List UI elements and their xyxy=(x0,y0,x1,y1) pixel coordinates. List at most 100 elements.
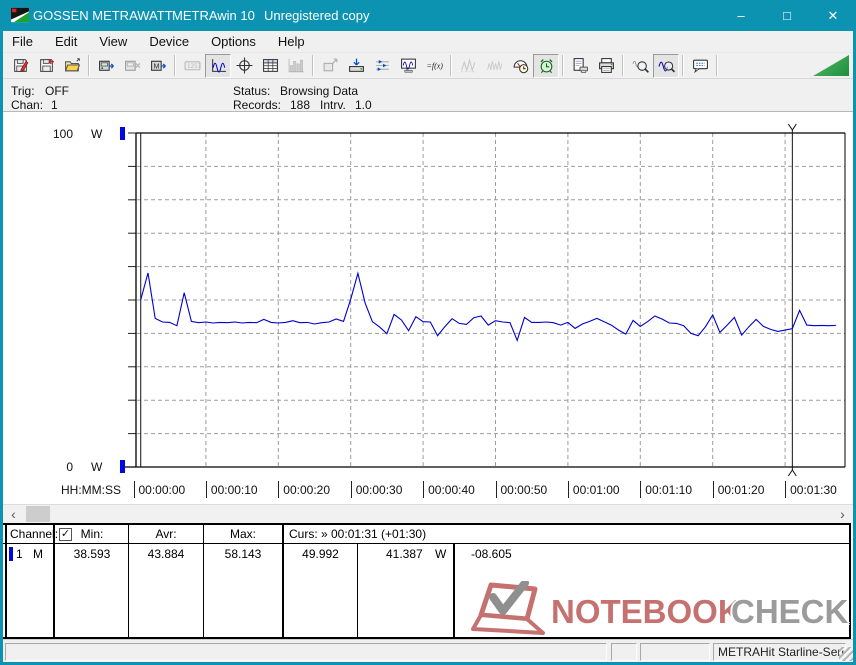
power-trace-plot[interactable] xyxy=(3,112,853,504)
curve-view-button[interactable] xyxy=(205,54,231,78)
svg-text:=f(x): =f(x) xyxy=(426,62,442,71)
clear-device-icon xyxy=(124,57,141,74)
status-bar: METRAHit Starline-Seri xyxy=(3,639,853,662)
status-panel: Trig: OFF Chan: 1 Status: Browsing Data … xyxy=(3,80,853,112)
online-display-icon xyxy=(400,57,417,74)
chart-panel[interactable]: 100 W 0 W HH:MM:SS 00:00:0000:00:1000:00… xyxy=(3,112,853,504)
title-bar: GOSSEN METRAWATT METRAwin 10 Unregistere… xyxy=(0,0,856,31)
notebookcheck-watermark: NOTEBOOK CHECK xyxy=(469,581,853,639)
menu-bar: FileEditViewDeviceOptionsHelp xyxy=(3,31,853,52)
cursor1-value: 49.992 xyxy=(284,547,357,561)
col-channel-header: Channel: xyxy=(10,527,58,541)
x-tick-label: 00:00:20 xyxy=(278,481,330,498)
trig-label: Trig: xyxy=(11,84,35,98)
export-data-button xyxy=(317,54,343,78)
formula-fx-button[interactable]: =f(x) xyxy=(421,54,447,78)
app-window: GOSSEN METRAWATT METRAwin 10 Unregistere… xyxy=(0,0,856,665)
chan-label: Chan: xyxy=(11,98,43,112)
menu-file[interactable]: File xyxy=(3,32,44,52)
channel-mode: M xyxy=(33,547,43,561)
watermark-text-primary: NOTEBOOK xyxy=(551,595,742,628)
print-preview-button[interactable] xyxy=(567,54,593,78)
record-timer-button[interactable] xyxy=(533,54,559,78)
x-tick-label: 00:00:00 xyxy=(134,481,186,498)
maximize-button[interactable]: □ xyxy=(764,0,810,31)
channel-number: 1 xyxy=(16,547,23,561)
min-value: 38.593 xyxy=(56,547,128,561)
toolbar-separator xyxy=(174,55,176,76)
status-label: Status: xyxy=(233,84,270,98)
delta-value: -08.605 xyxy=(471,547,512,561)
send-device-button[interactable]: M xyxy=(145,54,171,78)
x-axis-unit: HH:MM:SS xyxy=(61,483,121,497)
table-view-button[interactable] xyxy=(257,54,283,78)
open-folder-icon xyxy=(64,57,81,74)
wave-single-button xyxy=(455,54,481,78)
print-preview-icon xyxy=(572,57,589,74)
measurement-table: Channel: ✓ Min: Avr: Max: Curs: » 00:01:… xyxy=(3,523,853,639)
horizontal-scrollbar[interactable]: ‹ › xyxy=(3,504,853,523)
clear-device-button xyxy=(119,54,145,78)
toolbar-separator xyxy=(716,55,718,76)
cursor-header: Curs: » 00:01:31 (+01:30) xyxy=(289,527,426,541)
x-tick-label: 00:00:30 xyxy=(351,481,403,498)
toolbar-separator xyxy=(682,55,684,76)
records-value: 188 xyxy=(290,98,310,112)
store-to-disk-icon xyxy=(348,57,365,74)
meter-time-button[interactable] xyxy=(507,54,533,78)
read-device-button[interactable] xyxy=(93,54,119,78)
statusbar-panel-3 xyxy=(640,643,710,661)
svg-text:1257: 1257 xyxy=(186,64,200,70)
online-display-button[interactable] xyxy=(395,54,421,78)
formula-fx-icon: =f(x) xyxy=(426,57,443,74)
send-device-icon: M xyxy=(150,57,167,74)
interval-value: 1.0 xyxy=(355,98,372,112)
corner-triangle-icon xyxy=(813,55,849,76)
scroll-right-icon[interactable]: › xyxy=(834,505,851,523)
x-tick-label: 00:00:50 xyxy=(496,481,548,498)
menu-options[interactable]: Options xyxy=(200,32,267,52)
x-axis-labels: HH:MM:SS 00:00:0000:00:1000:00:2000:00:3… xyxy=(3,481,853,499)
wave-single-icon xyxy=(460,57,477,74)
scroll-thumb[interactable] xyxy=(26,506,50,522)
histogram-view-button xyxy=(283,54,309,78)
statusbar-device-panel: METRAHit Starline-Seri xyxy=(713,643,846,661)
export-data-icon xyxy=(322,57,339,74)
col-min-header: Min: xyxy=(56,527,128,541)
menu-device[interactable]: Device xyxy=(138,32,200,52)
col-max-header: Max: xyxy=(204,527,282,541)
x-tick-label: 00:00:40 xyxy=(423,481,475,498)
channel-config-button[interactable] xyxy=(369,54,395,78)
zoom-curve-icon xyxy=(658,57,675,74)
resize-grip[interactable] xyxy=(839,647,853,661)
menu-help[interactable]: Help xyxy=(267,32,316,52)
x-tick-label: 00:01:00 xyxy=(568,481,620,498)
max-value: 58.143 xyxy=(204,547,282,561)
read-device-icon xyxy=(98,57,115,74)
print-icon xyxy=(598,57,615,74)
close-button[interactable]: ✕ xyxy=(810,0,856,31)
open-folder-button[interactable] xyxy=(59,54,85,78)
save-button[interactable] xyxy=(7,54,33,78)
store-to-disk-button[interactable] xyxy=(343,54,369,78)
chan-value: 1 xyxy=(51,98,58,112)
wave-multi-button xyxy=(481,54,507,78)
zoom-curve-button[interactable] xyxy=(653,54,679,78)
print-button[interactable] xyxy=(593,54,619,78)
power-trace-line xyxy=(141,273,836,341)
scroll-left-icon[interactable]: ‹ xyxy=(5,505,22,523)
avr-value: 43.884 xyxy=(129,547,203,561)
toolbar-separator xyxy=(622,55,624,76)
status-value: Browsing Data xyxy=(280,84,358,98)
minimize-button[interactable]: – xyxy=(718,0,764,31)
save-as-button[interactable] xyxy=(33,54,59,78)
menu-edit[interactable]: Edit xyxy=(44,32,88,52)
crosshair-cursor-button[interactable] xyxy=(231,54,257,78)
lcd-display-icon: 1257 xyxy=(184,57,201,74)
notes-button[interactable] xyxy=(687,54,713,78)
lcd-display-button: 1257 xyxy=(179,54,205,78)
zoom-pan-button[interactable] xyxy=(627,54,653,78)
menu-view[interactable]: View xyxy=(88,32,138,52)
statusbar-panel-2 xyxy=(611,643,637,661)
toolbar-separator xyxy=(88,55,90,76)
